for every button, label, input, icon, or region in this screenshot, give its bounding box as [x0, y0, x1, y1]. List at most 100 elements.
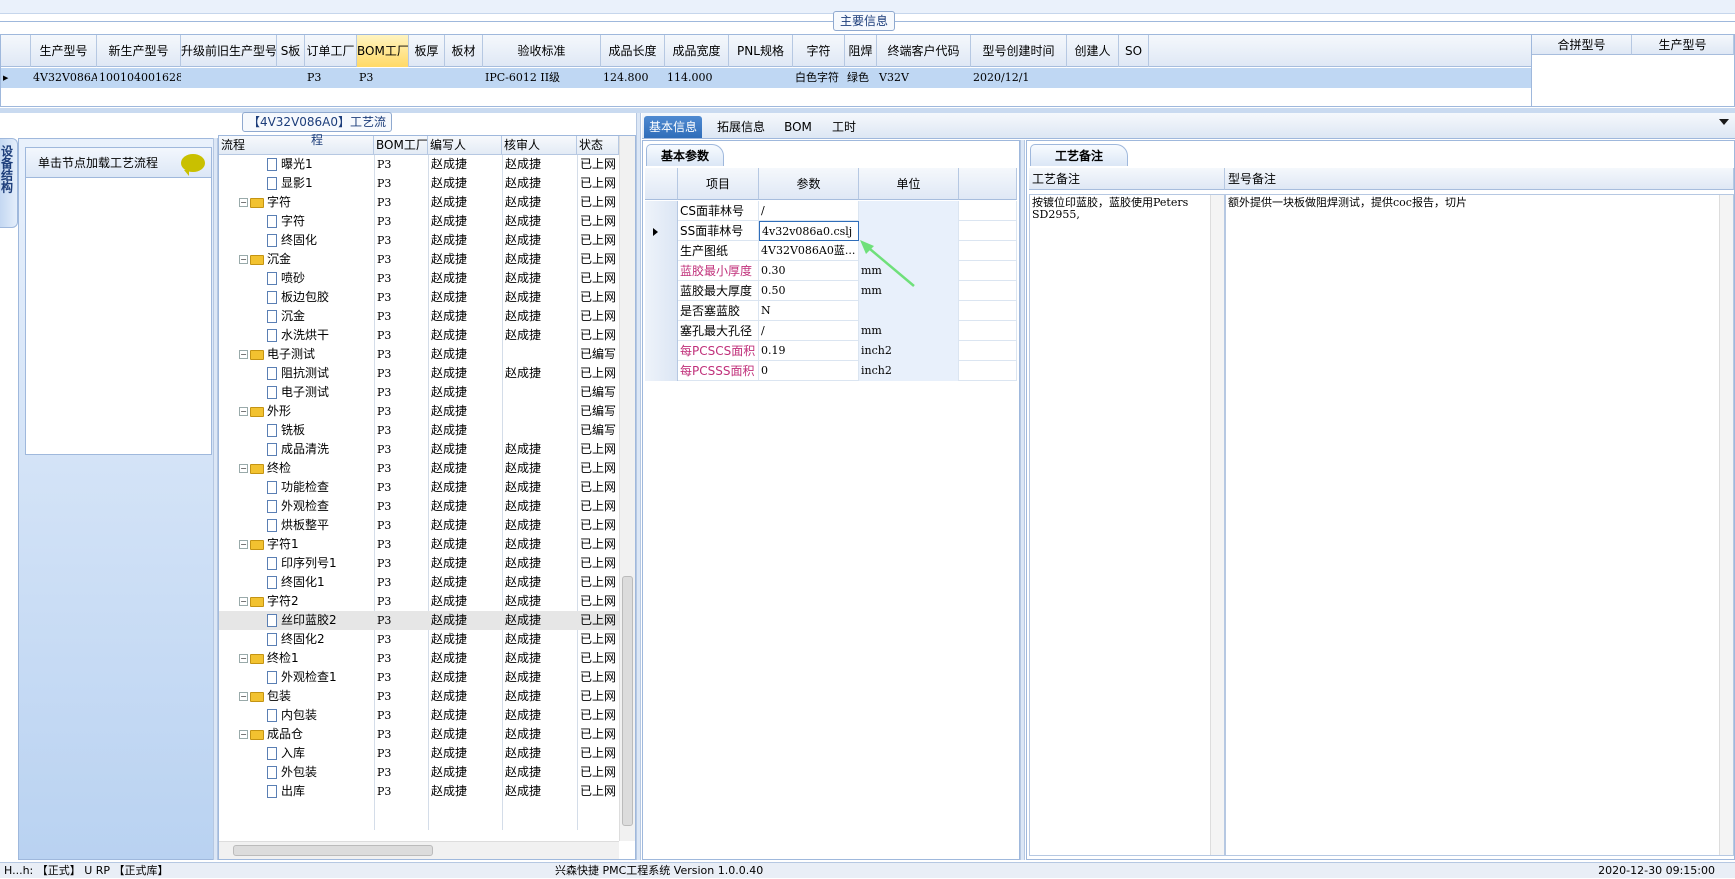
collapse-icon[interactable]: −	[239, 540, 248, 549]
remarks-subtab[interactable]: 工艺备注	[1030, 144, 1129, 166]
tree-row[interactable]: 外包装 P3 赵成捷 赵成捷 已上网	[219, 763, 619, 782]
tree-node[interactable]: 喷砂	[253, 269, 374, 288]
tree-row[interactable]: − 包装 P3 赵成捷 赵成捷 已上网	[219, 687, 619, 706]
tree-node[interactable]: 内包装	[253, 706, 374, 725]
param-value[interactable]: 0.30	[759, 261, 859, 281]
param-row-header[interactable]	[645, 261, 678, 281]
main-cell[interactable]: IPC-6012 II级	[483, 68, 601, 88]
main-col-header[interactable]: SO	[1119, 35, 1149, 67]
collapse-icon[interactable]: −	[239, 198, 248, 207]
main-cell[interactable]: V32V	[877, 68, 971, 88]
tree-row[interactable]: − 成品仓 P3 赵成捷 赵成捷 已上网	[219, 725, 619, 744]
collapse-icon[interactable]: −	[239, 350, 248, 359]
tab-dropdown-icon[interactable]	[1719, 119, 1729, 125]
tree-row[interactable]: − 终检1 P3 赵成捷 赵成捷 已上网	[219, 649, 619, 668]
tree-row[interactable]: 喷砂 P3 赵成捷 赵成捷 已上网	[219, 269, 619, 288]
tree-row[interactable]: 丝印蓝胶2 P3 赵成捷 赵成捷 已上网	[219, 611, 619, 630]
main-cell[interactable]: P3	[357, 68, 409, 88]
main-col-header[interactable]: 阻焊	[845, 35, 877, 67]
tree-node[interactable]: 电子测试	[253, 383, 374, 402]
tree-row[interactable]: 入库 P3 赵成捷 赵成捷 已上网	[219, 744, 619, 763]
tree-horizontal-scroll-thumb[interactable]	[233, 845, 433, 856]
collapse-icon[interactable]: −	[239, 407, 248, 416]
param-row-header[interactable]	[645, 321, 678, 341]
tree-row[interactable]: − 电子测试 P3 赵成捷 已编写	[219, 345, 619, 364]
param-row[interactable]: SS面菲林号 4v32v086a0.cslj	[645, 221, 1017, 241]
process-hint-title[interactable]: 单击节点加载工艺流程	[26, 148, 211, 178]
main-cell[interactable]: 10010400162834	[97, 68, 181, 88]
tree-node[interactable]: 沉金	[253, 307, 374, 326]
model-remark-field[interactable]: 额外提供一块板做阻焊测试，提供coc报告，切片	[1225, 194, 1734, 856]
tab-work-hours[interactable]: 工时	[824, 116, 864, 138]
col-writer[interactable]: 编写人	[428, 136, 502, 155]
tree-row[interactable]: − 字符1 P3 赵成捷 赵成捷 已上网	[219, 535, 619, 554]
param-unit[interactable]: inch2	[859, 341, 959, 361]
tree-row[interactable]: 水洗烘干 P3 赵成捷 赵成捷 已上网	[219, 326, 619, 345]
tree-row[interactable]: − 沉金 P3 赵成捷 赵成捷 已上网	[219, 250, 619, 269]
tree-row[interactable]: 显影1 P3 赵成捷 赵成捷 已上网	[219, 174, 619, 193]
col-reviewer[interactable]: 核审人	[502, 136, 577, 155]
tree-row[interactable]: 印序列号1 P3 赵成捷 赵成捷 已上网	[219, 554, 619, 573]
param-unit[interactable]	[859, 301, 959, 321]
main-cell[interactable]: 绿色	[845, 68, 877, 88]
param-row[interactable]: 蓝胶最大厚度 0.50 mm	[645, 281, 1017, 301]
param-value[interactable]: N	[759, 301, 859, 321]
main-col-header[interactable]: 升级前旧生产型号	[181, 35, 277, 67]
param-row[interactable]: 蓝胶最小厚度 0.30 mm	[645, 261, 1017, 281]
tree-node[interactable]: 丝印蓝胶2	[253, 611, 374, 630]
tab-basic-info[interactable]: 基本信息	[644, 116, 702, 138]
param-row-header[interactable]	[645, 201, 678, 221]
main-col-header[interactable]: 验收标准	[483, 35, 601, 67]
tree-node[interactable]: − 外形	[239, 402, 374, 421]
param-row[interactable]: CS面菲林号 /	[645, 201, 1017, 221]
main-cell[interactable]	[445, 68, 483, 88]
param-unit[interactable]	[859, 201, 959, 221]
tree-node[interactable]: 字符	[253, 212, 374, 231]
tree-node[interactable]: 烘板整平	[253, 516, 374, 535]
param-value[interactable]: 4V32V086A0蓝...	[759, 241, 859, 261]
tree-row[interactable]: − 字符 P3 赵成捷 赵成捷 已上网	[219, 193, 619, 212]
tree-node[interactable]: − 终检1	[239, 649, 374, 668]
tree-node[interactable]: 曝光1	[253, 155, 374, 174]
col-item[interactable]: 项目	[678, 168, 759, 200]
main-col-header[interactable]: 字符	[793, 35, 845, 67]
tree-vertical-scroll-thumb[interactable]	[622, 576, 633, 826]
param-value[interactable]: /	[759, 321, 859, 341]
collapse-icon[interactable]: −	[239, 730, 248, 739]
tree-row[interactable]: 终固化1 P3 赵成捷 赵成捷 已上网	[219, 573, 619, 592]
tree-node[interactable]: − 字符2	[239, 592, 374, 611]
tree-node[interactable]: 成品清洗	[253, 440, 374, 459]
param-value[interactable]: 0.19	[759, 341, 859, 361]
merge-model-header[interactable]: 合拼型号	[1532, 35, 1632, 55]
main-cell[interactable]	[409, 68, 445, 88]
param-value[interactable]: 0.50	[759, 281, 859, 301]
tree-node[interactable]: 出库	[253, 782, 374, 801]
tree-node[interactable]: 印序列号1	[253, 554, 374, 573]
tree-node[interactable]: 水洗烘干	[253, 326, 374, 345]
tree-row[interactable]: − 终检 P3 赵成捷 赵成捷 已上网	[219, 459, 619, 478]
tree-node[interactable]: 外观检查	[253, 497, 374, 516]
process-remark-field[interactable]: 按镀位印蓝胶，蓝胶使用Peters SD2955,	[1029, 194, 1225, 856]
param-value[interactable]: 4v32v086a0.cslj	[759, 221, 859, 241]
tab-extended-info[interactable]: 拓展信息	[712, 116, 770, 138]
tree-row[interactable]: 曝光1 P3 赵成捷 赵成捷 已上网	[219, 155, 619, 174]
tree-node[interactable]: 铣板	[253, 421, 374, 440]
collapse-icon[interactable]: −	[239, 692, 248, 701]
collapse-icon[interactable]: −	[239, 464, 248, 473]
main-col-header[interactable]: 终端客户代码	[877, 35, 971, 67]
param-value[interactable]: 0	[759, 361, 859, 381]
main-cell[interactable]	[1119, 68, 1149, 88]
collapse-icon[interactable]: −	[239, 597, 248, 606]
device-structure-tab[interactable]: 设备结构	[0, 138, 18, 228]
tree-row[interactable]: 成品清洗 P3 赵成捷 赵成捷 已上网	[219, 440, 619, 459]
main-cell[interactable]: 4V32V086A0	[31, 68, 97, 88]
param-row[interactable]: 塞孔最大孔径 / mm	[645, 321, 1017, 341]
tree-row[interactable]: − 字符2 P3 赵成捷 赵成捷 已上网	[219, 592, 619, 611]
collapse-icon[interactable]: −	[239, 255, 248, 264]
tree-node[interactable]: 功能检查	[253, 478, 374, 497]
main-cell[interactable]: 124.800	[601, 68, 665, 88]
tree-row[interactable]: 内包装 P3 赵成捷 赵成捷 已上网	[219, 706, 619, 725]
param-row-header[interactable]	[645, 341, 678, 361]
basic-params-subtab[interactable]: 基本参数	[646, 144, 725, 166]
main-col-header[interactable]: 创建人	[1067, 35, 1119, 67]
